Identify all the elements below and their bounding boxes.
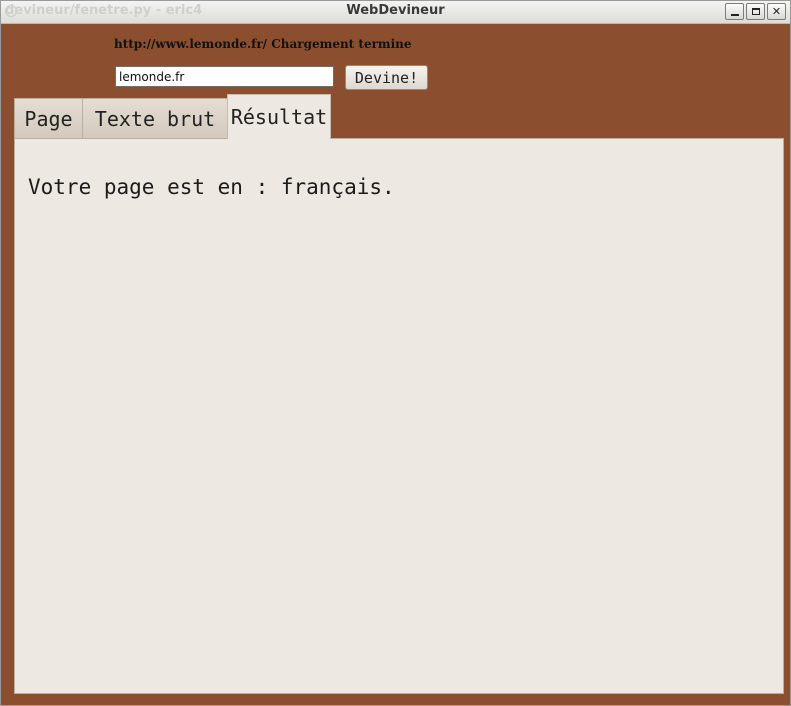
minimize-button[interactable] — [725, 3, 744, 20]
result-text: Votre page est en : français. — [28, 175, 395, 199]
maximize-button[interactable] — [746, 3, 765, 20]
title-bar[interactable]: devineur/fenetre.py - eric4 WebDevineur … — [1, 1, 790, 24]
close-button[interactable]: ✕ — [767, 3, 786, 20]
url-input[interactable] — [115, 66, 334, 87]
maximize-icon — [751, 8, 760, 15]
close-icon: ✕ — [771, 5, 782, 18]
tab-page[interactable]: Page — [14, 98, 83, 138]
result-panel: Votre page est en : français. — [14, 138, 784, 694]
window-controls: ✕ — [725, 3, 786, 20]
guess-button[interactable]: Devine! — [345, 65, 428, 90]
window-title: WebDevineur — [346, 3, 445, 18]
app-window: devineur/fenetre.py - eric4 WebDevineur … — [0, 0, 791, 706]
tab-result[interactable]: Résultat — [227, 94, 331, 139]
status-text: http://www.lemonde.fr/ Chargement termin… — [114, 37, 412, 51]
tab-raw-text[interactable]: Texte brut — [82, 98, 228, 138]
minimize-icon — [730, 13, 739, 16]
